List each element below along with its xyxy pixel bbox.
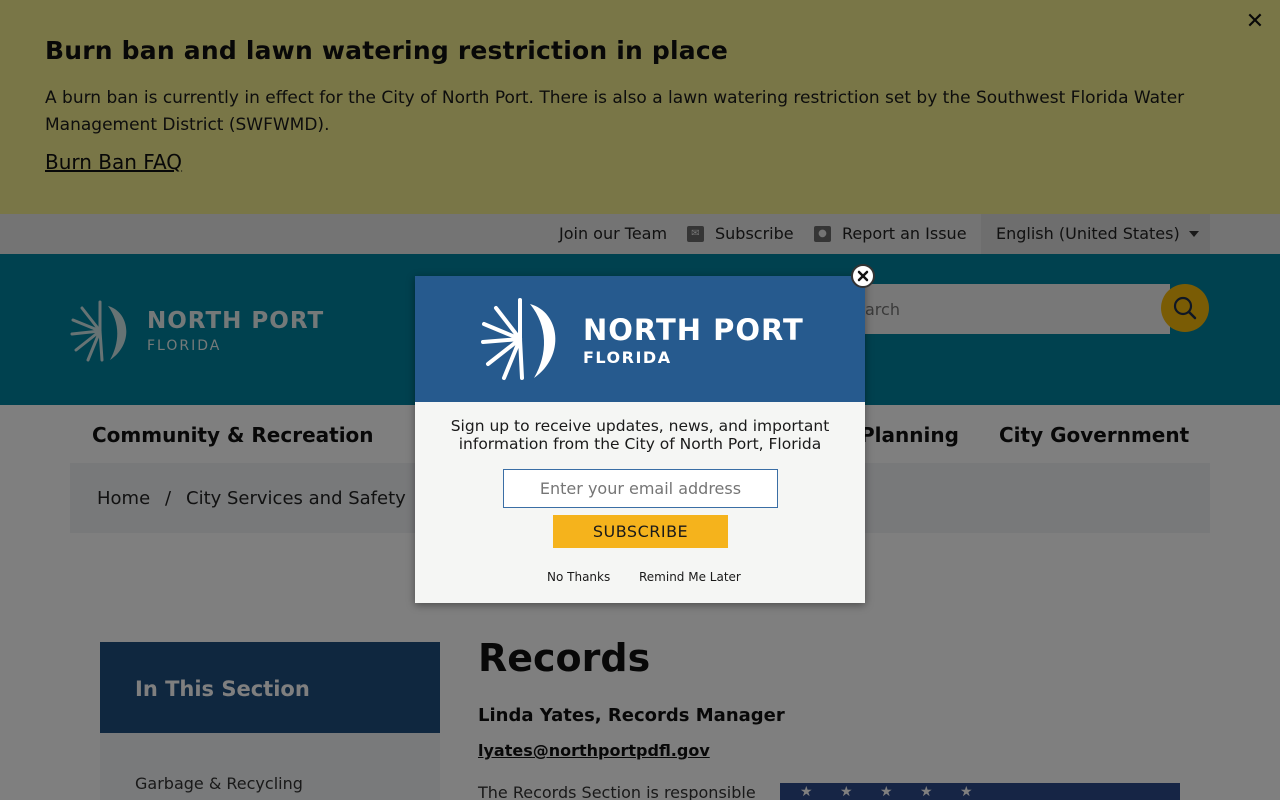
logo-starburst-icon: [481, 298, 556, 380]
modal-logo-text-florida: FLORIDA: [583, 348, 672, 367]
email-field[interactable]: [503, 469, 778, 508]
remind-later-link[interactable]: Remind Me Later: [639, 570, 741, 584]
no-thanks-link[interactable]: No Thanks: [547, 570, 610, 584]
modal-message: Sign up to receive updates, news, and im…: [450, 417, 830, 453]
subscribe-button[interactable]: SUBSCRIBE: [553, 515, 728, 548]
subscribe-modal: NORTH PORT FLORIDA Sign up to receive up…: [415, 276, 865, 603]
close-icon: [857, 270, 869, 282]
modal-logo-text-north-port: NORTH PORT: [583, 313, 804, 347]
modal-header: NORTH PORT FLORIDA: [415, 276, 865, 402]
modal-close-button[interactable]: [851, 264, 875, 288]
